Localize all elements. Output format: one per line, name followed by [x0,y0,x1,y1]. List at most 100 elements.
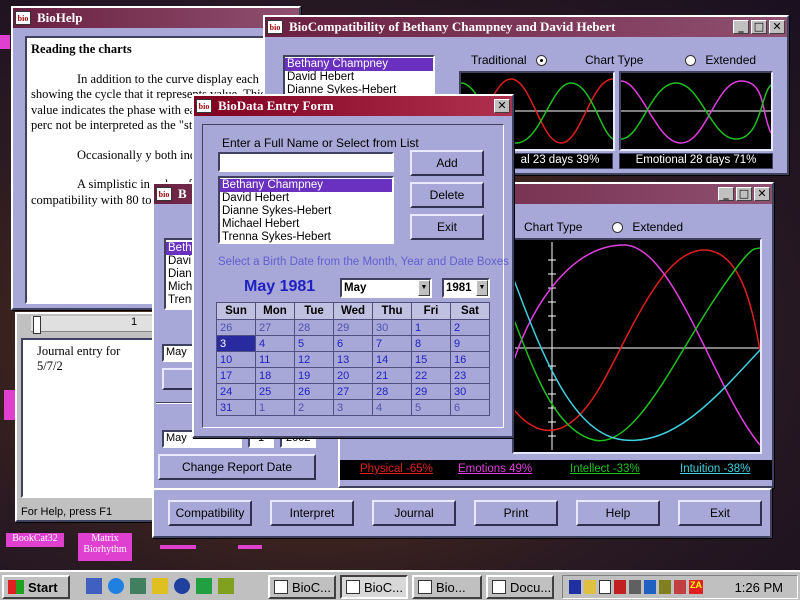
calendar-day[interactable]: 26 [294,383,334,400]
extended-radio[interactable] [612,222,623,234]
calendar-day[interactable]: 29 [333,319,373,336]
add-button[interactable]: Add [410,150,484,176]
year-select[interactable]: 1981 ▼ [442,278,490,298]
list-item[interactable]: Bethany Champney [285,58,433,71]
calendar-day[interactable]: 5 [294,335,334,352]
calendar-day[interactable]: 12 [294,351,334,368]
calendar-day[interactable]: 15 [411,351,451,368]
tray-app-icon[interactable] [599,580,611,594]
biohelp-titlebar[interactable]: bio BioHelp [13,8,299,28]
print-button[interactable]: Print [474,500,558,526]
entry-titlebar[interactable]: bio BioData Entry Form ✕ [194,96,512,116]
name-input[interactable] [218,152,394,172]
compat-name-list[interactable]: Bethany Champney David Hebert Dianne Syk… [283,55,435,99]
calendar-day[interactable]: 28 [294,319,334,336]
calendar-day[interactable]: 13 [333,351,373,368]
compatibility-button[interactable]: Compatibility [168,500,252,526]
calendar-day[interactable]: 1 [411,319,451,336]
ruler-marker-icon[interactable] [33,316,41,334]
calendar-day[interactable]: 26 [216,319,256,336]
chevron-down-icon[interactable]: ▼ [476,280,488,296]
calendar-day[interactable]: 6 [333,335,373,352]
calendar-day[interactable]: 14 [372,351,412,368]
calendar-day-selected[interactable]: 3 [216,335,256,352]
extended-radio[interactable] [685,55,696,67]
list-item[interactable]: Trenna Sykes-Hebert [220,231,392,244]
calendar-day[interactable]: 7 [372,335,412,352]
globe-quicklaunch-icon[interactable] [174,578,190,594]
calendar-day[interactable]: 30 [450,383,490,400]
network-icon[interactable] [629,580,641,594]
calendar-day[interactable]: 11 [255,351,295,368]
stop-icon[interactable] [614,580,626,594]
list-item[interactable]: David Hebert [220,192,392,205]
task-document[interactable]: Docu... [486,575,554,599]
calendar-day[interactable]: 6 [450,399,490,416]
browser-quicklaunch-icon[interactable] [108,578,124,594]
list-item[interactable]: David Hebert [285,71,433,84]
chevron-down-icon[interactable]: ▼ [418,280,430,296]
calendar-day[interactable]: 25 [255,383,295,400]
calendar-day[interactable]: 24 [216,383,256,400]
desktop-quicklaunch-icon[interactable] [86,578,102,594]
calendar-day[interactable]: 1 [255,399,295,416]
calendar-day[interactable]: 22 [411,367,451,384]
app-quicklaunch-icon[interactable] [218,578,234,594]
calendar-day[interactable]: 4 [372,399,412,416]
start-button[interactable]: Start [2,575,70,599]
task-bio[interactable]: Bio... [412,575,482,599]
maximize-icon[interactable]: □ [751,20,767,34]
entry-name-list[interactable]: Bethany Champney David Hebert Dianne Syk… [218,176,394,244]
task-biocompat-2[interactable]: BioC... [340,575,408,599]
volume-icon[interactable] [584,580,596,594]
calendar-day[interactable]: 20 [333,367,373,384]
calendar-day[interactable]: 23 [450,367,490,384]
minimize-icon[interactable]: _ [718,187,734,201]
close-icon[interactable]: ✕ [769,20,785,34]
maximize-icon[interactable]: □ [736,187,752,201]
calendar-day[interactable]: 10 [216,351,256,368]
journal-text-area[interactable]: Journal entry for 5/7/2 [21,338,161,498]
network-quicklaunch-icon[interactable] [196,578,212,594]
change-report-date-button[interactable]: Change Report Date [158,454,316,480]
journal-button[interactable]: Journal [372,500,456,526]
calendar-day[interactable]: 9 [450,335,490,352]
traditional-radio[interactable] [535,55,547,67]
list-item[interactable]: Michael Hebert [220,218,392,231]
calendar-day[interactable]: 27 [255,319,295,336]
search-icon[interactable] [659,580,671,594]
task-biocompat-1[interactable]: BioC... [268,575,336,599]
tray-tool-icon[interactable] [644,580,656,594]
desktop-icon-matrix-biorhythm[interactable]: Matrix Biorhythm [78,533,132,561]
calendar-day[interactable]: 8 [411,335,451,352]
close-icon[interactable]: ✕ [754,187,770,201]
calendar-day[interactable]: 5 [411,399,451,416]
calendar-day[interactable]: 31 [216,399,256,416]
interpret-button[interactable]: Interpret [270,500,354,526]
clock[interactable]: 1:26 PM [735,580,783,595]
explorer-quicklaunch-icon[interactable] [130,578,146,594]
zonealarm-icon[interactable]: ZA [689,580,703,594]
calendar-day[interactable]: 2 [294,399,334,416]
exit-form-button[interactable]: Exit [410,214,484,240]
calendar-day[interactable]: 21 [372,367,412,384]
media-quicklaunch-icon[interactable] [152,578,168,594]
calendar-day[interactable]: 3 [333,399,373,416]
bio-b-month-combo[interactable]: May [162,344,196,362]
calendar-day[interactable]: 18 [255,367,295,384]
shield-icon[interactable] [569,580,581,594]
calendar-day[interactable]: 19 [294,367,334,384]
desktop-icon-bookcat[interactable]: BookCat32 [6,533,64,547]
calendar-day[interactable]: 17 [216,367,256,384]
compat-titlebar[interactable]: bio BioCompatibility of Bethany Champney… [265,17,787,37]
help-button[interactable]: Help [576,500,660,526]
list-item[interactable]: Bethany Champney [220,179,392,192]
exit-button[interactable]: Exit [678,500,762,526]
minimize-icon[interactable]: _ [733,20,749,34]
calendar-day[interactable]: 27 [333,383,373,400]
calendar-day[interactable]: 30 [372,319,412,336]
calendar-day[interactable]: 28 [372,383,412,400]
close-icon[interactable]: ✕ [494,99,510,113]
delete-button[interactable]: Delete [410,182,484,208]
calendar-day[interactable]: 16 [450,351,490,368]
